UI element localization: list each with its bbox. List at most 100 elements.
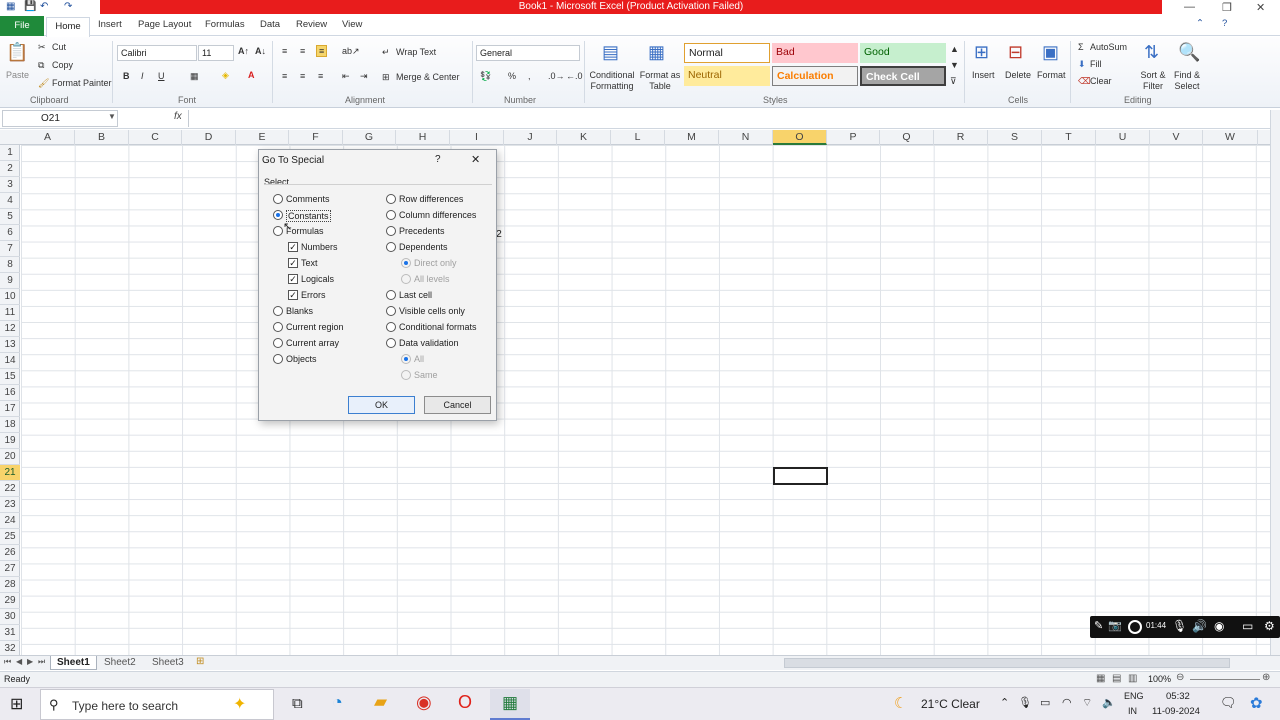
name-box-dropdown-icon[interactable]: ▼ [108,112,116,121]
constants-label[interactable]: Constants [286,210,331,222]
current-array-radio[interactable] [273,338,283,348]
find-select-button[interactable]: Find & Select [1170,70,1204,92]
current-array-label[interactable]: Current array [286,338,339,348]
increase-decimal-icon[interactable]: .0→ [548,71,565,81]
row-header[interactable]: 20 [0,449,20,465]
copilot-icon[interactable]: ✿ [1250,694,1263,712]
column-header[interactable]: E [236,130,289,145]
tab-insert[interactable]: Insert [98,19,122,30]
chrome-icon[interactable]: ◉ [416,692,432,713]
column-header[interactable]: P [827,130,880,145]
row-header[interactable]: 14 [0,353,20,369]
italic-icon[interactable]: I [141,71,144,81]
blanks-radio[interactable] [273,306,283,316]
column-header[interactable]: G [343,130,396,145]
increase-indent-icon[interactable]: ⇥ [360,71,368,82]
row-header[interactable]: 2 [0,161,20,177]
windows-start-icon[interactable]: ⊞ [10,694,23,714]
row-header[interactable]: 25 [0,529,20,545]
objects-label[interactable]: Objects [286,354,317,364]
row-differences-label[interactable]: Row differences [399,194,463,204]
clear-button[interactable]: Clear [1090,76,1112,86]
numbers-checkbox[interactable]: ✓ [288,242,298,252]
data-validation-label[interactable]: Data validation [399,338,459,348]
decrease-indent-icon[interactable]: ⇤ [342,71,350,82]
column-differences-radio[interactable] [386,210,396,220]
tab-page-layout[interactable]: Page Layout [138,19,191,30]
record-icon[interactable] [1128,620,1142,634]
fill-color-icon[interactable]: ◈ [222,70,229,81]
visible-cells-only-label[interactable]: Visible cells only [399,306,465,316]
bold-icon[interactable]: B [123,71,130,81]
column-header[interactable]: Q [880,130,934,145]
last-cell-radio[interactable] [386,290,396,300]
tray-wifi-icon[interactable]: ⌔ [1082,696,1092,710]
logicals-checkbox[interactable]: ✓ [288,274,298,284]
logicals-label[interactable]: Logicals [301,274,334,284]
column-header[interactable]: L [611,130,665,145]
objects-radio[interactable] [273,354,283,364]
styles-scroll-up-icon[interactable]: ▲ [950,44,959,54]
text-label[interactable]: Text [301,258,318,268]
tray-expand-icon[interactable]: ⌃ [1000,696,1009,709]
tab-home[interactable]: Home [46,17,90,37]
vertical-scrollbar[interactable] [1270,110,1280,655]
style-normal[interactable]: Normal [684,43,770,63]
row-header[interactable]: 17 [0,401,20,417]
restore-icon[interactable]: ❐ [1222,1,1232,14]
align-middle-icon[interactable]: ≡ [300,46,305,56]
column-header[interactable]: K [557,130,611,145]
decrease-decimal-icon[interactable]: ←.0 [566,71,583,81]
underline-icon[interactable]: U [158,71,165,81]
paste-icon[interactable]: 📋 [6,42,28,63]
undo-icon[interactable]: ↶ [40,1,48,12]
active-cell[interactable] [773,467,828,485]
wrap-text-button[interactable]: Wrap Text [396,47,436,57]
row-header[interactable]: 8 [0,257,20,273]
formula-input[interactable] [188,110,1270,127]
normal-view-icon[interactable]: ▦ [1096,673,1105,684]
help-icon[interactable]: ? [1222,18,1227,29]
camera-icon[interactable]: 📷 [1108,619,1122,632]
dialog-help-button[interactable]: ? [435,154,441,165]
last-sheet-icon[interactable]: ⏭ [38,657,45,667]
row-header[interactable]: 4 [0,193,20,209]
row-header-active[interactable]: 21 [0,465,20,481]
insert-function-button[interactable]: fx [174,111,182,122]
row-header[interactable]: 31 [0,625,20,641]
tab-file[interactable]: File [0,16,44,36]
format-button[interactable]: Format [1037,70,1066,80]
row-header[interactable]: 13 [0,337,20,353]
speaker-icon[interactable]: 🔊 [1192,619,1207,633]
tab-formulas[interactable]: Formulas [205,19,245,30]
column-differences-label[interactable]: Column differences [399,210,476,220]
dependents-label[interactable]: Dependents [399,242,448,252]
tray-volume-icon[interactable]: 🔈 [1102,696,1116,709]
page-layout-view-icon[interactable]: ▤ [1112,673,1121,684]
comments-radio[interactable] [273,194,283,204]
column-header[interactable]: B [75,130,129,145]
column-header[interactable]: R [934,130,988,145]
column-header[interactable]: M [665,130,719,145]
cell-grid[interactable] [21,145,1270,657]
name-box[interactable]: O21 [2,110,118,127]
row-header[interactable]: 30 [0,609,20,625]
comments-label[interactable]: Comments [286,194,330,204]
current-region-label[interactable]: Current region [286,322,344,332]
current-region-radio[interactable] [273,322,283,332]
align-top-icon[interactable]: ≡ [282,46,287,56]
language-indicator[interactable]: ENG [1124,691,1144,701]
row-header[interactable]: 24 [0,513,20,529]
conditional-formats-label[interactable]: Conditional formats [399,322,477,332]
delete-button[interactable]: Delete [1005,70,1031,80]
tab-view[interactable]: View [342,19,362,30]
column-header[interactable]: D [182,130,236,145]
column-header[interactable]: T [1042,130,1096,145]
row-header[interactable]: 16 [0,385,20,401]
row-header[interactable]: 26 [0,545,20,561]
page-break-view-icon[interactable]: ▥ [1128,673,1137,684]
style-check-cell[interactable]: Check Cell [860,66,946,86]
orientation-icon[interactable]: ab↗ [342,46,360,57]
file-explorer-icon[interactable]: ▰ [374,692,387,712]
ok-button[interactable]: OK [348,396,415,414]
